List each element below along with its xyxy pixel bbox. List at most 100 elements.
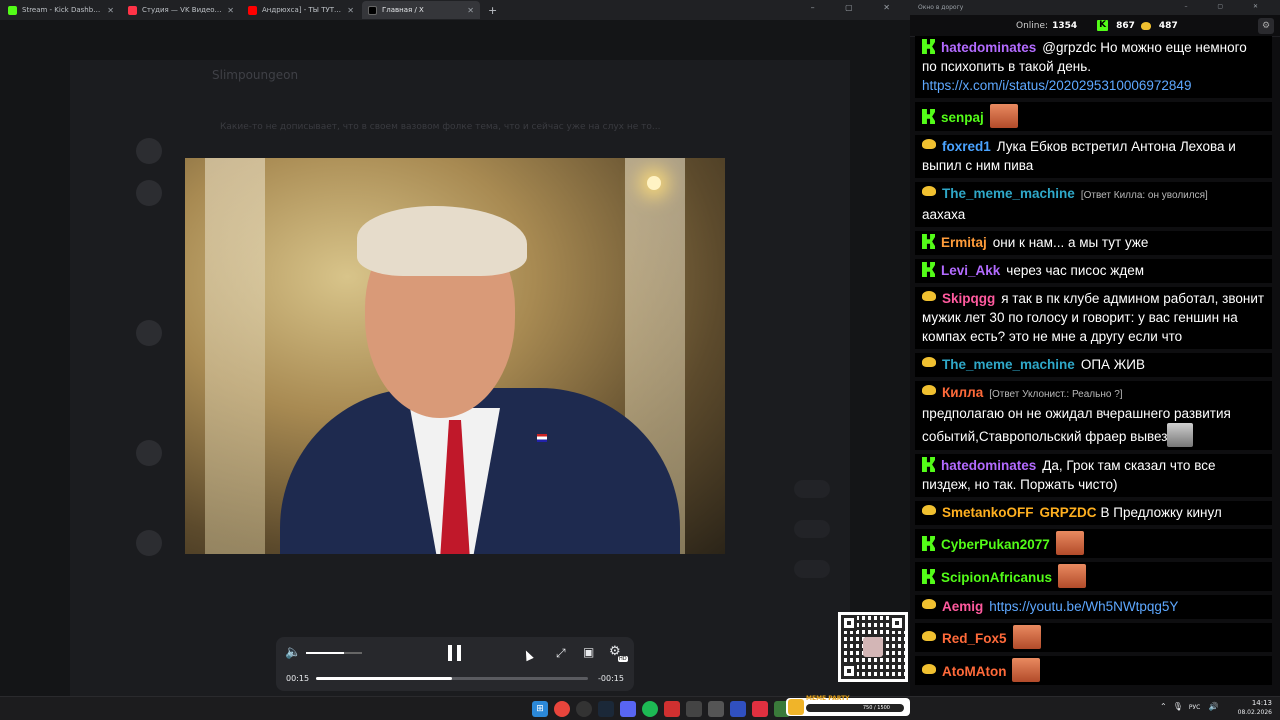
chat-username[interactable]: foxred1 (942, 139, 991, 154)
chat-username[interactable]: Aemig (942, 599, 983, 614)
chat-message: AtoMAton (915, 656, 1272, 685)
avatar (136, 320, 162, 346)
chat-message: Red_Fox5 (915, 623, 1272, 652)
volume-icon[interactable]: 🔈 (285, 645, 301, 660)
chat-message-text: через час писос ждем (1006, 263, 1144, 278)
chat-stats-header: Online: 1354 K 867 487 ⚙ (910, 15, 1280, 37)
app-icon[interactable] (752, 701, 768, 717)
chat-message: Levi_Akk через час писос ждем (915, 259, 1272, 283)
discord-icon[interactable] (620, 701, 636, 717)
pause-button[interactable] (448, 645, 462, 661)
seek-bar[interactable] (316, 677, 588, 680)
chat-username[interactable]: ScipionAfricanus (941, 570, 1052, 585)
chat-message-text: аахаха (922, 207, 966, 222)
tab-youtube[interactable]: Андрюхса] - ТЫ ТУТА... И Я ТУТ ✕ (242, 1, 360, 19)
chrome-icon[interactable] (554, 701, 570, 717)
qr-pattern (841, 615, 905, 679)
video-player-controls: 🔈 ⤢ ▣ ⚙ HD 00:15 -00:15 (276, 637, 634, 691)
vk-icon (922, 291, 936, 301)
chat-username[interactable]: SmetankoOFF (942, 505, 1034, 520)
close-icon[interactable]: ✕ (107, 6, 114, 15)
volume-slider[interactable] (306, 652, 362, 654)
page-title: Slimpoungeon (212, 68, 299, 82)
seek-progress (316, 677, 452, 680)
pip-icon[interactable]: ▣ (583, 645, 594, 659)
app-icon[interactable] (664, 701, 680, 717)
avatar (136, 530, 162, 556)
vk-icon (922, 599, 936, 609)
tab-title: Студия — VK Видео Live (142, 6, 224, 14)
clock[interactable]: 14:13 08.02.2026 (1238, 699, 1272, 717)
window-controls[interactable]: – ▢ ✕ (811, 3, 904, 12)
app-icon[interactable] (708, 701, 724, 717)
fullscreen-icon[interactable]: ⤢ (556, 646, 566, 661)
reply-reference: [Ответ Килла: он уволился] (1080, 190, 1208, 201)
chat-username[interactable]: hatedominates (941, 458, 1036, 473)
vk-icon (922, 385, 936, 395)
current-time: 00:15 (286, 674, 310, 683)
video-frame[interactable] (185, 158, 725, 554)
meme-party-title: MEME PARTY (806, 695, 850, 702)
app-icon[interactable] (730, 701, 746, 717)
chat-username[interactable]: The_meme_machine (942, 357, 1075, 372)
vk-icon (922, 186, 936, 196)
close-icon[interactable]: ✕ (467, 6, 474, 15)
app-icon[interactable] (686, 701, 702, 717)
tray-icons[interactable]: ⌃🎙РУС 🔊 (1160, 702, 1225, 711)
chat-username[interactable]: CyberPukan2077 (941, 537, 1050, 552)
online-label: Online: (1016, 20, 1049, 31)
chat-mention[interactable]: GRPZDC (1040, 505, 1097, 520)
qr-finder (841, 615, 857, 631)
chat-message: foxred1 Лука Ебков встретил Антона Лехова… (915, 135, 1272, 178)
close-icon[interactable]: ✕ (227, 6, 234, 15)
chat-username[interactable]: Red_Fox5 (942, 631, 1007, 646)
chat-message-text: ОПА ЖИВ (1080, 357, 1145, 372)
tab-kick-dashboard[interactable]: Stream - Kick Dashboard ✕ (2, 1, 120, 19)
remaining-time: -00:15 (598, 674, 624, 683)
chat-username[interactable]: Килла (942, 385, 983, 400)
vk-viewer-count: 487 (1158, 20, 1178, 31)
chat-username[interactable]: Skipqgg (942, 291, 995, 306)
hd-badge: HD (618, 656, 628, 662)
close-icon[interactable]: ✕ (347, 6, 354, 15)
tab-x-home[interactable]: Главная / X ✕ (362, 1, 480, 19)
chat-message-text: они к нам... а мы тут уже (992, 235, 1149, 250)
chat-username[interactable]: hatedominates (941, 40, 1036, 55)
emote-image (1055, 531, 1084, 555)
avatar (136, 138, 162, 164)
chat-message: hatedominates @grpzdc Но можно еще немног… (915, 36, 1272, 98)
chat-message: Килла [Ответ Уклонист.: Реально ?] предпол… (915, 381, 1272, 450)
windows-start-icon[interactable]: ⊞ (532, 701, 548, 717)
vk-icon (922, 631, 936, 641)
chat-username[interactable]: senpaj (941, 110, 984, 125)
tab-vk-studio[interactable]: Студия — VK Видео Live ✕ (122, 1, 240, 19)
meme-party-progress: 750 / 1500 (806, 704, 904, 712)
kick-icon (922, 569, 935, 584)
kick-icon (922, 262, 935, 277)
chat-message: CyberPukan2077 (915, 529, 1272, 558)
kick-icon (922, 234, 935, 249)
chat-window-title: Окно в дорогу (918, 4, 964, 11)
taskbar: ⊞ ⌃🎙РУС 🔊 14:13 08.02.2026 (0, 696, 1280, 720)
post-text: Какие-то не дописывает, что в своем вазо… (220, 122, 661, 132)
new-tab-button[interactable]: + (488, 4, 497, 17)
kick-viewer-count: 867 (1116, 20, 1135, 31)
language-indicator[interactable]: РУС (1189, 704, 1200, 711)
chat-username[interactable]: AtoMAton (942, 664, 1006, 679)
window-controls[interactable]: – ▢ ✕ (1184, 3, 1272, 10)
kick-icon (922, 39, 935, 54)
meme-party-widget: MEME PARTY 750 / 1500 (786, 695, 910, 716)
chat-username[interactable]: Levi_Akk (941, 263, 1000, 278)
obs-icon[interactable] (576, 701, 592, 717)
chat-username[interactable]: The_meme_machine (942, 186, 1075, 201)
kick-icon (8, 5, 17, 15)
emote-image (1058, 564, 1087, 588)
chat-username[interactable]: Ermitaj (941, 235, 987, 250)
settings-button[interactable]: ⚙ (1258, 18, 1274, 34)
chat-link[interactable]: https://x.com/i/status/20202953100069728… (922, 78, 1191, 93)
chat-message: ScipionAfricanus (915, 562, 1272, 591)
steam-icon[interactable] (598, 701, 614, 717)
spotify-icon[interactable] (642, 701, 658, 717)
chat-link[interactable]: https://youtu.be/Wh5NWtpqg5Y (989, 599, 1178, 614)
vk-icon (1140, 21, 1151, 30)
